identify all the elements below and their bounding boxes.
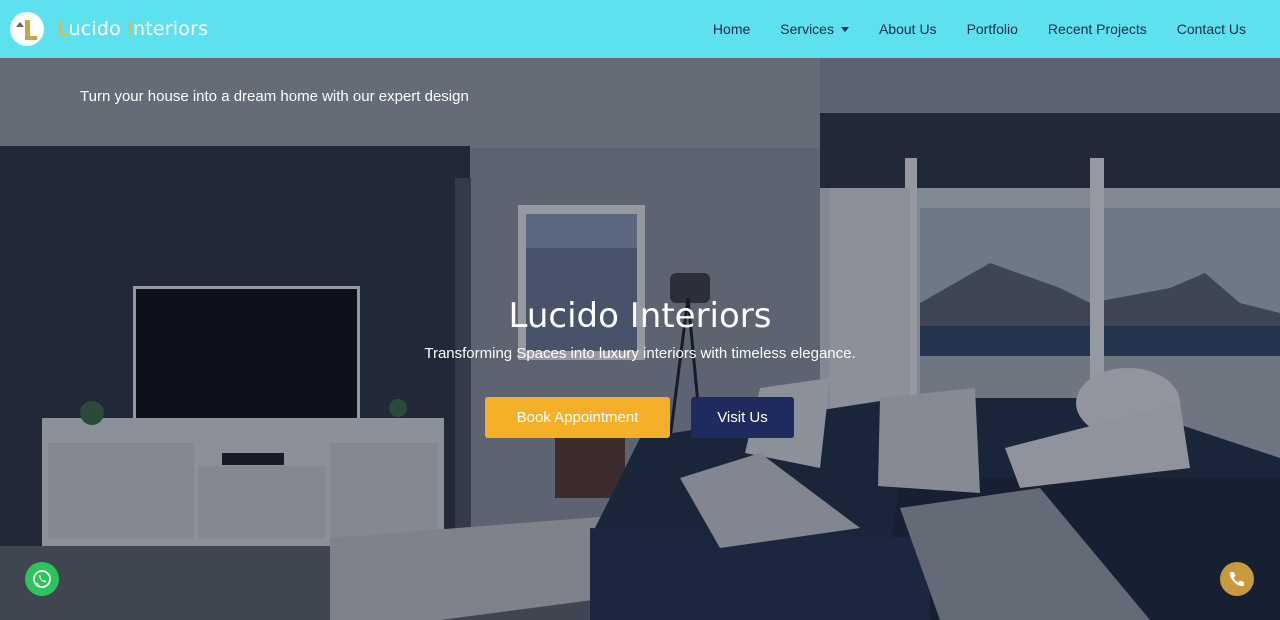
nav-portfolio[interactable]: Portfolio bbox=[967, 21, 1018, 37]
nav-contact[interactable]: Contact Us bbox=[1177, 21, 1246, 37]
page: Lucido Interiors Home Services About Us … bbox=[0, 0, 1280, 620]
hero-section: Turn your house into a dream home with o… bbox=[0, 58, 1280, 620]
nav-services[interactable]: Services bbox=[780, 21, 849, 37]
phone-icon bbox=[1229, 572, 1244, 587]
whatsapp-button[interactable] bbox=[25, 562, 59, 596]
hero-title: Lucido Interiors bbox=[508, 296, 772, 336]
whatsapp-icon bbox=[33, 570, 51, 588]
chevron-down-icon bbox=[840, 26, 849, 32]
hero-tagline: Turn your house into a dream home with o… bbox=[80, 88, 469, 105]
phone-button[interactable] bbox=[1220, 562, 1254, 596]
navbar: Lucido Interiors Home Services About Us … bbox=[0, 0, 1280, 58]
hero-subtitle: Transforming Spaces into luxury interior… bbox=[424, 345, 856, 362]
main-nav: Home Services About Us Portfolio Recent … bbox=[713, 0, 1280, 58]
nav-home[interactable]: Home bbox=[713, 21, 750, 37]
visit-us-button[interactable]: Visit Us bbox=[691, 397, 794, 438]
nav-services-label: Services bbox=[780, 21, 834, 37]
nav-about[interactable]: About Us bbox=[879, 21, 937, 37]
book-appointment-button[interactable]: Book Appointment bbox=[485, 397, 670, 438]
nav-recent-projects[interactable]: Recent Projects bbox=[1048, 21, 1147, 37]
hero-overlay bbox=[0, 58, 1280, 620]
logo-icon bbox=[10, 12, 44, 46]
brand-name: Lucido Interiors bbox=[58, 18, 209, 40]
brand[interactable]: Lucido Interiors bbox=[10, 12, 208, 46]
